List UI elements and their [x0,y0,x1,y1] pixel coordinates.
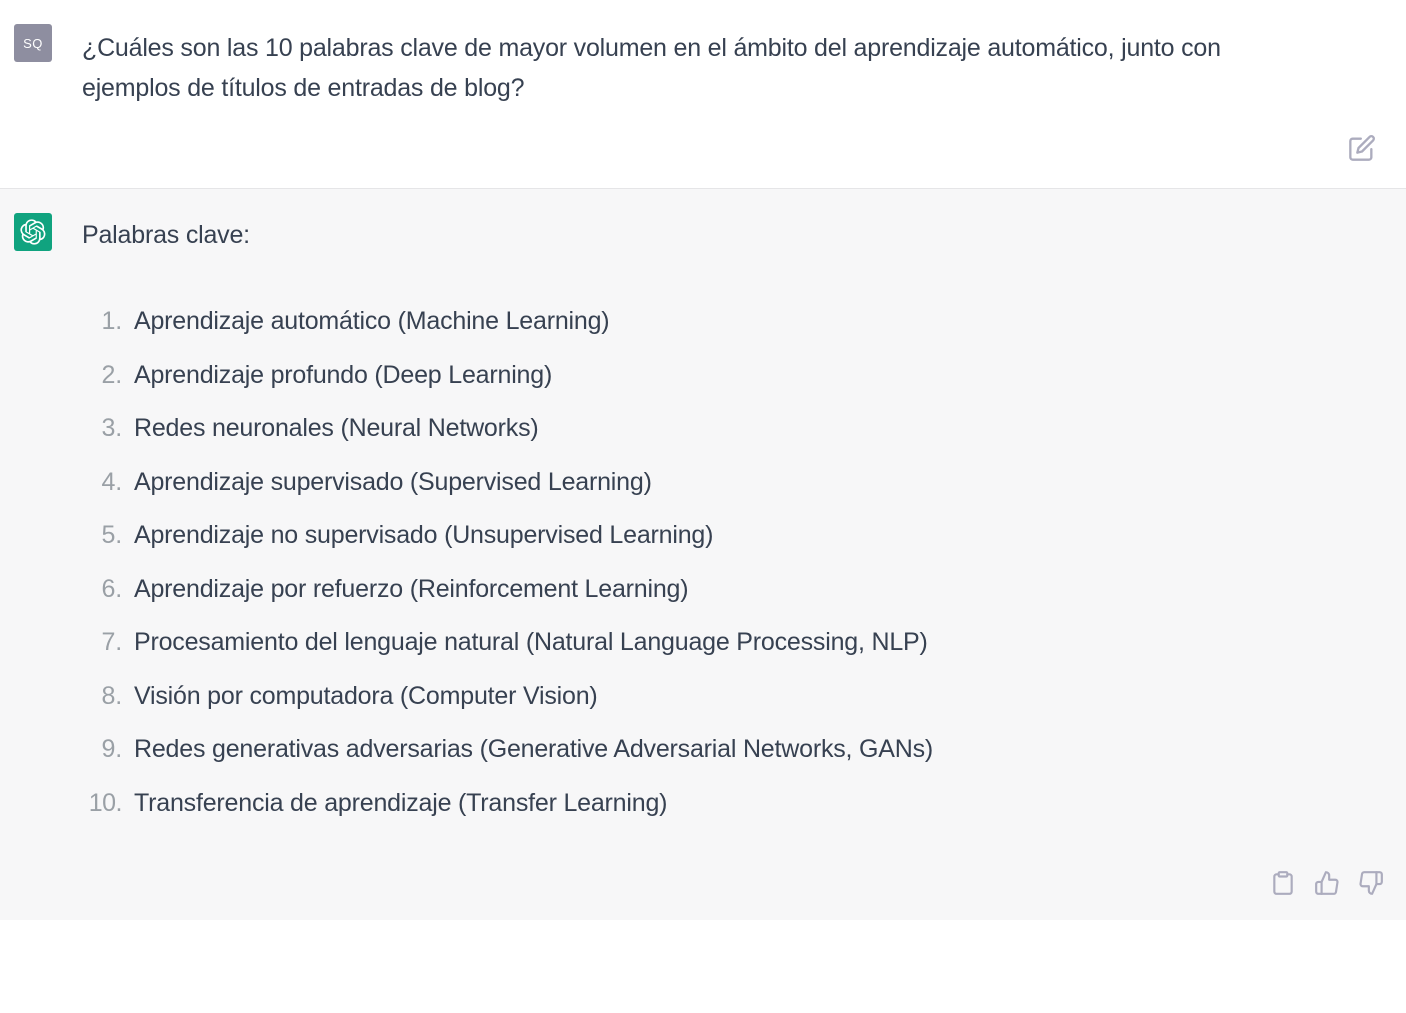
keyword-text: Aprendizaje automático (Machine Learning… [134,303,609,341]
user-avatar-initials: SQ [23,36,43,51]
list-item: Procesamiento del lenguaje natural (Natu… [82,616,1232,670]
user-prompt-text: ¿Cuáles son las 10 palabras clave de may… [82,24,1232,108]
keyword-text: Aprendizaje no supervisado (Unsupervised… [134,517,713,555]
keyword-text: Redes generativas adversarias (Generativ… [134,731,933,769]
assistant-content: Palabras clave: Aprendizaje automático (… [82,213,1232,830]
assistant-message: Palabras clave: Aprendizaje automático (… [0,189,1406,920]
edit-icon [1348,134,1376,162]
list-item: Visión por computadora (Computer Vision) [82,670,1232,724]
list-item: Aprendizaje por refuerzo (Reinforcement … [82,563,1232,617]
keywords-heading: Palabras clave: [82,215,1232,255]
assistant-action-bar [1270,870,1384,896]
thumbs-up-button[interactable] [1314,870,1340,896]
list-item: Aprendizaje profundo (Deep Learning) [82,349,1232,403]
list-item: Transferencia de aprendizaje (Transfer L… [82,777,1232,831]
keyword-text: Redes neuronales (Neural Networks) [134,410,539,448]
copy-button[interactable] [1270,870,1296,896]
thumbs-up-icon [1314,870,1340,896]
keywords-list: Aprendizaje automático (Machine Learning… [82,295,1232,830]
keyword-text: Aprendizaje profundo (Deep Learning) [134,357,552,395]
list-item: Aprendizaje no supervisado (Unsupervised… [82,509,1232,563]
thumbs-down-button[interactable] [1358,870,1384,896]
thumbs-down-icon [1358,870,1384,896]
user-message: SQ ¿Cuáles son las 10 palabras clave de … [0,0,1406,189]
list-item: Redes generativas adversarias (Generativ… [82,723,1232,777]
keyword-text: Visión por computadora (Computer Vision) [134,678,598,716]
list-item: Redes neuronales (Neural Networks) [82,402,1232,456]
list-item: Aprendizaje supervisado (Supervised Lear… [82,456,1232,510]
clipboard-icon [1270,870,1296,896]
openai-logo-icon [20,219,46,245]
edit-button[interactable] [1348,134,1376,162]
user-avatar: SQ [14,24,52,62]
keyword-text: Transferencia de aprendizaje (Transfer L… [134,785,667,823]
keyword-text: Aprendizaje por refuerzo (Reinforcement … [134,571,688,609]
list-item: Aprendizaje automático (Machine Learning… [82,295,1232,349]
assistant-avatar [14,213,52,251]
keyword-text: Aprendizaje supervisado (Supervised Lear… [134,464,652,502]
keyword-text: Procesamiento del lenguaje natural (Natu… [134,624,928,662]
